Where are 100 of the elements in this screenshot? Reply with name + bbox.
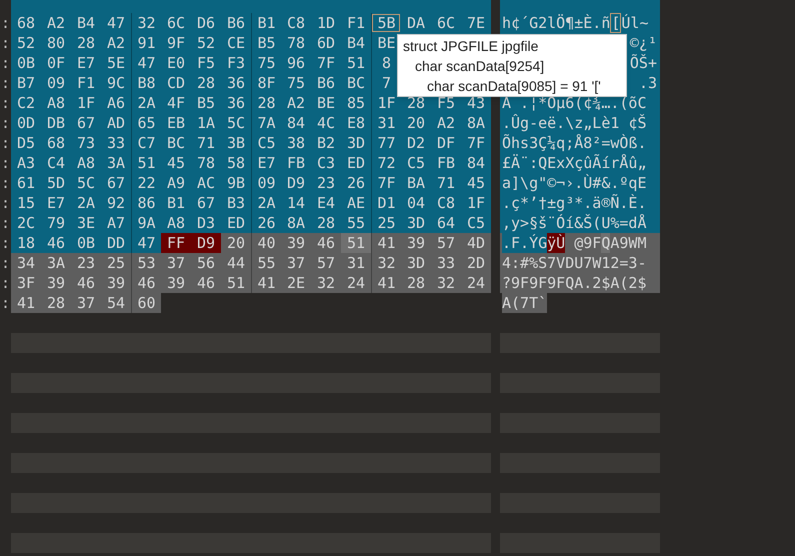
- hex-byte[interactable]: FF: [161, 233, 191, 253]
- hex-byte[interactable]: 33: [101, 133, 131, 153]
- hex-byte[interactable]: B1: [161, 193, 191, 213]
- hex-byte[interactable]: 9A: [131, 213, 161, 233]
- hex-byte[interactable]: 23: [71, 253, 101, 273]
- hex-byte[interactable]: EB: [161, 113, 191, 133]
- hex-byte[interactable]: 3E: [71, 213, 101, 233]
- hex-byte[interactable]: 24: [461, 273, 491, 293]
- hex-byte[interactable]: 28: [41, 293, 71, 313]
- hex-byte[interactable]: 67: [101, 173, 131, 193]
- hex-byte[interactable]: 20: [401, 113, 431, 133]
- hex-byte[interactable]: 45: [461, 173, 491, 193]
- hex-byte[interactable]: 33: [431, 253, 461, 273]
- hex-byte[interactable]: 41: [251, 273, 281, 293]
- hex-byte[interactable]: 0B: [11, 53, 41, 73]
- hex-byte[interactable]: 20: [221, 233, 251, 253]
- hex-byte[interactable]: 9F: [161, 33, 191, 53]
- hex-byte[interactable]: 0F: [41, 53, 71, 73]
- hex-byte[interactable]: BC: [161, 133, 191, 153]
- hex-byte[interactable]: 34: [11, 253, 41, 273]
- hex-byte[interactable]: 96: [281, 53, 311, 73]
- hex-byte[interactable]: 31: [371, 113, 401, 133]
- hex-byte[interactable]: F3: [221, 53, 251, 73]
- hex-byte[interactable]: 04: [401, 193, 431, 213]
- hex-byte[interactable]: 39: [161, 273, 191, 293]
- hex-byte[interactable]: F5: [191, 53, 221, 73]
- hex-byte[interactable]: 91: [131, 33, 161, 53]
- hex-byte[interactable]: B5: [251, 33, 281, 53]
- hex-byte[interactable]: 57: [311, 253, 341, 273]
- hex-byte[interactable]: 52: [11, 33, 41, 53]
- hex-byte[interactable]: 37: [71, 293, 101, 313]
- hex-byte[interactable]: A2: [281, 93, 311, 113]
- hex-byte[interactable]: 80: [41, 33, 71, 53]
- hex-byte[interactable]: 25: [371, 213, 401, 233]
- hex-byte[interactable]: FB: [281, 153, 311, 173]
- hex-byte[interactable]: 53: [131, 253, 161, 273]
- hex-byte[interactable]: 46: [41, 233, 71, 253]
- hex-byte[interactable]: 7F: [311, 53, 341, 73]
- hex-byte[interactable]: 5B: [371, 13, 401, 33]
- hex-byte[interactable]: 47: [101, 13, 131, 33]
- hex-byte[interactable]: 84: [461, 153, 491, 173]
- hex-byte[interactable]: E0: [161, 53, 191, 73]
- hex-byte[interactable]: AD: [101, 113, 131, 133]
- hex-byte[interactable]: 51: [341, 233, 371, 253]
- hex-byte[interactable]: D6: [191, 13, 221, 33]
- hex-byte[interactable]: A6: [101, 93, 131, 113]
- hex-byte[interactable]: 46: [131, 273, 161, 293]
- hex-byte[interactable]: D3: [191, 213, 221, 233]
- hex-byte[interactable]: 78: [191, 153, 221, 173]
- hex-byte[interactable]: 1A: [191, 113, 221, 133]
- hex-byte[interactable]: C8: [281, 13, 311, 33]
- hex-byte[interactable]: 2D: [461, 253, 491, 273]
- hex-byte[interactable]: 52: [191, 33, 221, 53]
- hex-byte[interactable]: 09: [41, 73, 71, 93]
- hex-byte[interactable]: DF: [431, 133, 461, 153]
- hex-byte[interactable]: 58: [221, 153, 251, 173]
- hex-byte[interactable]: 79: [41, 213, 71, 233]
- hex-byte[interactable]: C5: [251, 133, 281, 153]
- hex-byte[interactable]: 46: [311, 233, 341, 253]
- hex-byte[interactable]: DD: [101, 233, 131, 253]
- hex-byte[interactable]: B6: [311, 73, 341, 93]
- hex-byte[interactable]: 67: [71, 113, 101, 133]
- hex-byte[interactable]: E4: [311, 193, 341, 213]
- hex-byte[interactable]: 2E: [281, 273, 311, 293]
- hex-byte[interactable]: 71: [431, 173, 461, 193]
- hex-byte[interactable]: 15: [11, 193, 41, 213]
- hex-byte[interactable]: C5: [461, 213, 491, 233]
- hex-byte[interactable]: 39: [41, 273, 71, 293]
- hex-byte[interactable]: 2A: [251, 193, 281, 213]
- hex-byte[interactable]: 75: [251, 53, 281, 73]
- hex-byte[interactable]: 40: [251, 233, 281, 253]
- hex-byte[interactable]: 72: [371, 153, 401, 173]
- hex-byte[interactable]: 54: [101, 293, 131, 313]
- hex-byte[interactable]: B4: [71, 13, 101, 33]
- hex-byte[interactable]: B5: [191, 93, 221, 113]
- hex-byte[interactable]: 1D: [311, 13, 341, 33]
- hex-byte[interactable]: 36: [221, 93, 251, 113]
- hex-byte[interactable]: 41: [371, 233, 401, 253]
- hex-byte[interactable]: 18: [11, 233, 41, 253]
- hex-byte[interactable]: C5: [401, 153, 431, 173]
- hex-byte[interactable]: 14: [281, 193, 311, 213]
- hex-byte[interactable]: 1F: [71, 93, 101, 113]
- hex-byte[interactable]: 7F: [371, 173, 401, 193]
- hex-byte[interactable]: 7F: [461, 133, 491, 153]
- hex-byte[interactable]: 1F: [371, 93, 401, 113]
- hex-byte[interactable]: 68: [41, 133, 71, 153]
- hex-byte[interactable]: 2A: [71, 193, 101, 213]
- hex-byte[interactable]: 3A: [41, 253, 71, 273]
- hex-byte[interactable]: 36: [221, 73, 251, 93]
- hex-byte[interactable]: 39: [401, 233, 431, 253]
- hex-byte[interactable]: A7: [101, 213, 131, 233]
- hex-byte[interactable]: A8: [41, 93, 71, 113]
- hex-byte[interactable]: 26: [341, 173, 371, 193]
- hex-byte[interactable]: AE: [341, 193, 371, 213]
- hex-byte[interactable]: 32: [371, 253, 401, 273]
- hex-byte[interactable]: DB: [41, 113, 71, 133]
- hex-byte[interactable]: A2: [101, 33, 131, 53]
- hex-byte[interactable]: 28: [251, 93, 281, 113]
- hex-byte[interactable]: B8: [131, 73, 161, 93]
- hex-byte[interactable]: CE: [221, 33, 251, 53]
